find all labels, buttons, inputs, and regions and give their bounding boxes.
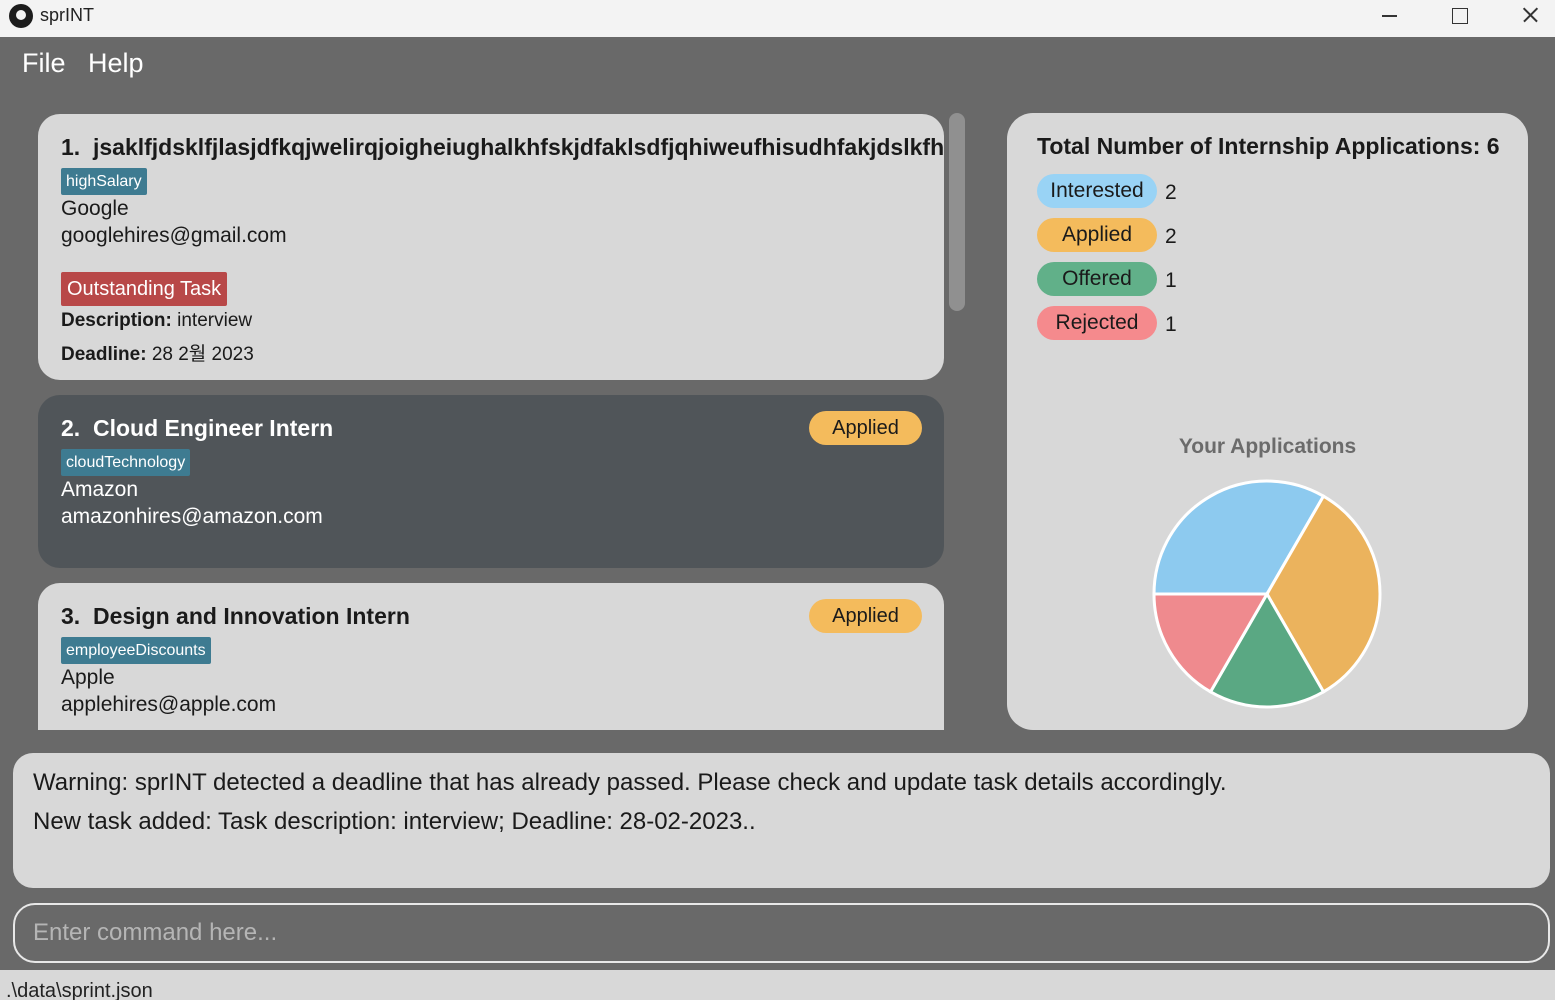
minimize-button[interactable] [1355,0,1425,32]
application-company: Apple [61,666,115,689]
application-index: 3. [61,603,81,629]
application-title: 2. Cloud Engineer Intern [61,415,333,442]
status-bar: .\data\sprint.json [0,970,1555,1000]
status-badge: Applied [809,411,922,445]
maximize-button[interactable] [1424,0,1494,32]
application-role: Design and Innovation Intern [92,603,410,629]
stat-offered-count: 1 [1165,269,1177,292]
stat-applied-count: 2 [1165,225,1177,248]
application-card[interactable]: 2. Cloud Engineer Intern Applied cloudTe… [38,395,944,568]
application-role: Cloud Engineer Intern [92,415,334,441]
application-index: 1. [61,134,81,160]
application-card[interactable]: 1. jsaklfjdsklfjlasjdfkqjwelirqjoigheiug… [38,114,944,380]
application-company: Google [61,197,129,220]
total-applications: Total Number of Internship Applications:… [1037,133,1500,159]
statistics-panel: Total Number of Internship Applications:… [1007,113,1528,730]
stat-rejected-badge: Rejected [1037,306,1157,340]
menu-help[interactable]: Help [88,48,144,79]
application-list[interactable]: 1. jsaklfjdsklfjlasjdfkqjwelirqjoigheiug… [0,100,975,730]
list-scrollbar[interactable] [949,113,965,311]
stat-rejected-count: 1 [1165,313,1177,336]
stat-interested-badge: Interested [1037,174,1157,208]
menu-file[interactable]: File [22,48,66,79]
task-deadline-value: 28 2월 2023 [151,344,254,365]
result-message-line: New task added: Task description: interv… [33,808,756,835]
application-tag: employeeDiscounts [61,637,211,664]
window-title: sprINT [40,5,94,25]
command-input[interactable] [33,915,1523,951]
data-file-path: .\data\sprint.json [6,980,153,1000]
task-description: Description: interview [61,310,252,332]
stat-interested-count: 2 [1165,181,1177,204]
stat-applied-badge: Applied [1037,218,1157,252]
application-email: amazonhires@amazon.com [61,505,323,528]
outstanding-task-badge: Outstanding Task [61,272,228,306]
application-role: jsaklfjdsklfjlasjdfkqjwelirqjoigheiughal… [92,134,944,160]
result-warning-line: Warning: sprINT detected a deadline that… [33,769,1227,796]
application-tag: highSalary [61,168,147,195]
stat-offered-badge: Offered [1037,262,1157,296]
chart-title: Your Applications [1178,435,1357,458]
applications-pie-chart [1152,479,1382,709]
task-deadline: Deadline: 28 2월 2023 [61,339,254,366]
task-description-value: interview [177,310,253,331]
app-logo-icon [9,4,33,28]
application-tag: cloudTechnology [61,449,191,476]
application-card[interactable]: 3. Design and Innovation Intern Applied … [38,583,944,730]
status-badge: Applied [809,599,922,633]
close-button[interactable] [1495,0,1555,32]
application-index: 2. [61,415,81,441]
application-email: applehires@apple.com [61,693,277,716]
task-description-label: Description: [61,310,172,331]
application-title: 3. Design and Innovation Intern [61,603,410,630]
command-box[interactable] [13,903,1550,963]
application-email: googlehires@gmail.com [61,224,287,247]
application-title: 1. jsaklfjdsklfjlasjdfkqjwelirqjoigheiug… [61,134,944,161]
application-company: Amazon [61,478,139,501]
result-display: Warning: sprINT detected a deadline that… [13,753,1550,888]
task-deadline-label: Deadline: [61,344,147,365]
title-bar: sprINT [0,0,1555,37]
